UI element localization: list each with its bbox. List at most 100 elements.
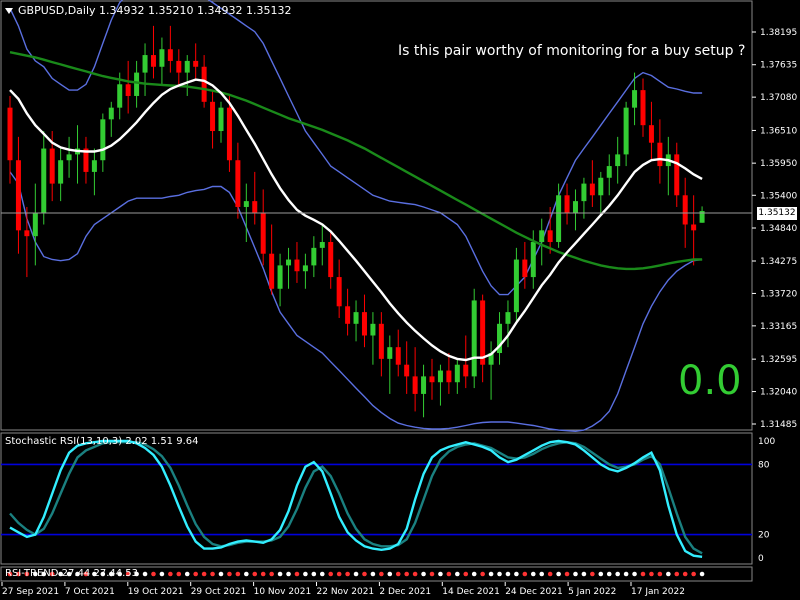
rsi-trend-dot: [193, 571, 198, 577]
candle-body: [176, 60, 182, 73]
candle: [370, 312, 376, 365]
candle: [572, 189, 578, 231]
main-panel-frame: [0, 0, 753, 431]
candle-body: [66, 154, 72, 161]
rsi-trend-dot: [615, 571, 620, 577]
candle-body: [32, 212, 38, 237]
candle: [159, 37, 165, 85]
time-tick-label: 27 Sep 2021: [2, 587, 59, 597]
rsi-trend-dot: [252, 571, 258, 577]
candle-body: [294, 259, 300, 272]
price-tick-label: 1.33720: [760, 289, 797, 299]
candle: [286, 247, 292, 289]
candle-body: [49, 148, 55, 184]
candle: [539, 218, 545, 266]
candle: [497, 312, 503, 365]
candle: [142, 43, 148, 96]
candle-body: [471, 300, 477, 377]
price-tick-label: 1.37080: [760, 93, 797, 103]
candle: [446, 353, 452, 394]
candle-body: [302, 265, 308, 272]
price-tick-label: 1.37635: [760, 61, 797, 71]
price-tick-label: 1.32040: [760, 388, 797, 398]
candle: [302, 253, 308, 289]
candle-body: [556, 195, 562, 243]
ma-slow-line: [9, 51, 703, 271]
candle: [361, 294, 367, 348]
candle-body: [615, 154, 621, 167]
rsi-trend-title: RSI-TREND 27.44 27.44.53: [5, 568, 139, 579]
candle: [505, 300, 511, 348]
price-tick-label: 1.34275: [760, 257, 797, 267]
candlesticks: [7, 25, 705, 418]
candle: [218, 101, 224, 143]
candle: [429, 358, 435, 400]
rsi-trend-dot: [421, 571, 426, 577]
candle: [184, 55, 190, 96]
dropdown-triangle-icon[interactable]: [5, 8, 13, 14]
candle: [260, 189, 266, 266]
price-axis: 1.38195 1.37635 1.37080 1.36510 1.35950 1.354…: [752, 28, 797, 430]
candle: [648, 101, 654, 161]
rsi-trend-dot: [244, 571, 249, 577]
rsi-trend-dot: [488, 571, 494, 577]
candle: [345, 288, 351, 336]
candle-body: [598, 177, 604, 196]
stoch-k-line: [9, 439, 703, 558]
price-tick-label: 1.36510: [760, 126, 797, 136]
candle-body: [429, 376, 435, 383]
candle-body: [201, 66, 207, 102]
candle-body: [606, 166, 612, 178]
candle: [378, 312, 384, 377]
rsi-trend-dot: [463, 571, 469, 577]
rsi-trend-dot: [412, 571, 418, 577]
candle: [24, 206, 30, 278]
time-tick-label: 24 Dec 2021: [505, 587, 563, 597]
candle: [412, 347, 418, 412]
rsi-trend-dot: [387, 571, 393, 577]
candle: [167, 25, 173, 73]
candle: [699, 206, 705, 223]
candle-body: [581, 183, 587, 202]
rsi-trend-dot: [556, 571, 561, 577]
rsi-trend-dot: [530, 571, 536, 577]
rsi-trend-dot: [691, 571, 696, 577]
candle: [615, 136, 621, 184]
candle-body: [210, 101, 216, 132]
stochastic-rsi: 100 80 20 0: [1, 437, 775, 564]
rsi-trend-dot: [379, 571, 384, 577]
candle: [640, 78, 646, 137]
candle: [674, 142, 680, 207]
rsi-trend-dot: [497, 571, 502, 577]
candle-body: [623, 107, 629, 155]
rsi-trend-dot: [227, 571, 232, 577]
candle-body: [387, 347, 393, 359]
rsi-trend-dot: [328, 571, 334, 577]
rsi-trend-dot: [429, 571, 435, 577]
candle-body: [235, 160, 241, 207]
candle: [269, 224, 275, 295]
candle: [353, 300, 359, 342]
candle-body: [421, 376, 427, 394]
rsi-trend-dot: [623, 571, 629, 577]
rsi-trend-dot: [581, 571, 587, 577]
price-tick-label: 1.35400: [760, 191, 797, 201]
rsi-trend-dot: [218, 571, 224, 577]
rsi-trend-dot: [632, 571, 637, 577]
candle-body: [674, 154, 680, 196]
candle-body: [159, 49, 165, 67]
candle-body: [226, 107, 232, 161]
time-tick-label: 19 Oct 2021: [128, 587, 184, 597]
stoch-rsi-title: Stochastic RSI(13,10,3) 2.02 1.51 9.64: [5, 436, 199, 447]
candle: [83, 136, 89, 184]
candle-body: [353, 312, 359, 324]
rsi-trend-dot: [353, 571, 359, 577]
symbol-quote: GBPUSD,Daily 1.34932 1.35210 1.34932 1.3…: [18, 4, 292, 17]
candle: [32, 183, 38, 266]
rsi-trend-dot: [142, 571, 148, 577]
candle-body: [134, 72, 140, 96]
rsi-trend-dot: [201, 571, 207, 577]
candle-body: [15, 160, 21, 231]
candle-body: [243, 201, 249, 207]
candle-body: [277, 265, 283, 289]
